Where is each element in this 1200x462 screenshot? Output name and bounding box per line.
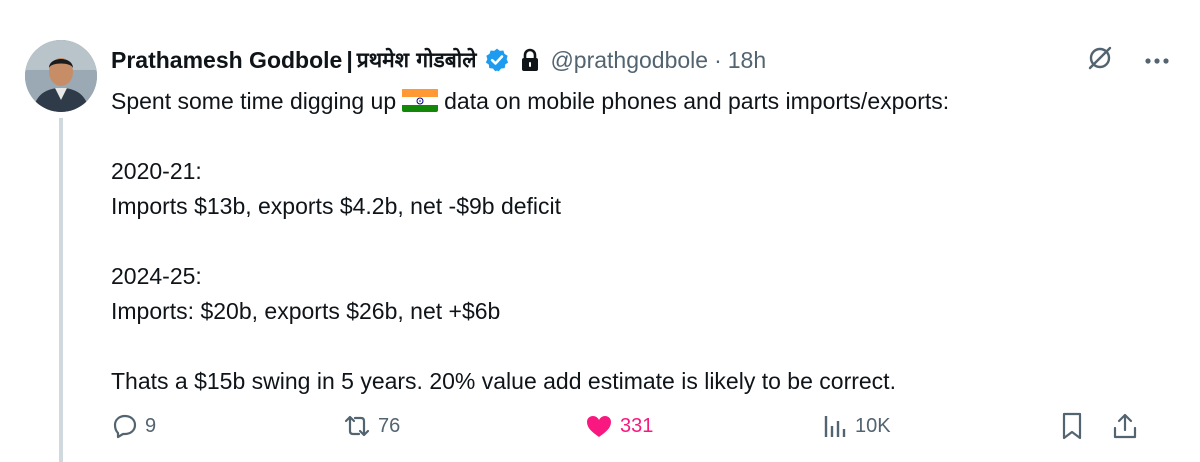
author-name-devanagari[interactable]: प्रथमेश गोडबोले <box>357 46 477 74</box>
share-button[interactable] <box>1111 408 1139 444</box>
author-handle[interactable]: @prathgodbole <box>550 47 708 74</box>
repost-count: 76 <box>378 414 401 437</box>
tweet-line-1-end: data on mobile phones and parts imports/… <box>444 88 950 114</box>
avatar-image <box>25 40 97 112</box>
reply-count: 9 <box>145 414 157 437</box>
tweet-line: Spent some time digging up data on mobile… <box>111 84 1171 119</box>
tweet-line-1-start: Spent some time digging up <box>111 88 397 114</box>
name-separator: | <box>346 46 353 73</box>
author-name[interactable]: Prathamesh Godbole <box>111 47 342 74</box>
repost-button[interactable]: 76 <box>342 408 400 444</box>
tweet-header: Prathamesh Godbole | प्रथमेश गोडबोले @pr… <box>111 40 766 80</box>
views-icon <box>824 416 846 437</box>
reply-button[interactable]: 9 <box>111 408 156 444</box>
tweet-line-4: 2024-25: <box>111 263 202 289</box>
meta-dot: · <box>714 46 722 73</box>
tweet-line-3: Imports $13b, exports $4.2b, net -$9b de… <box>111 193 562 219</box>
avatar[interactable] <box>25 40 97 112</box>
thread-line <box>59 118 63 462</box>
view-count: 10K <box>855 414 891 437</box>
bookmark-icon <box>1062 412 1082 440</box>
like-button[interactable]: 331 <box>584 408 653 444</box>
more-options-icon[interactable] <box>1144 52 1170 70</box>
reply-icon <box>113 414 137 439</box>
lock-icon <box>520 48 540 72</box>
repost-icon <box>344 415 370 437</box>
verified-badge-icon[interactable] <box>484 47 510 73</box>
tweet-line-2: 2020-21: <box>111 158 202 184</box>
views-button[interactable]: 10K <box>821 408 891 444</box>
like-count: 331 <box>620 414 654 437</box>
timestamp[interactable]: 18h <box>728 47 766 74</box>
tweet-line-5: Imports: $20b, exports $26b, net +$6b <box>111 298 501 324</box>
tweet-line-6: Thats a $15b swing in 5 years. 20% value… <box>111 368 896 394</box>
grok-icon[interactable] <box>1086 44 1114 77</box>
india-flag-icon <box>402 88 439 112</box>
share-icon <box>1113 413 1137 439</box>
tweet-text: Spent some time digging up data on mobile… <box>111 84 1171 399</box>
heart-icon <box>587 416 611 437</box>
bookmark-button[interactable] <box>1059 408 1085 444</box>
top-actions <box>1086 44 1170 77</box>
action-bar: 9 76 331 10K <box>111 408 1146 444</box>
